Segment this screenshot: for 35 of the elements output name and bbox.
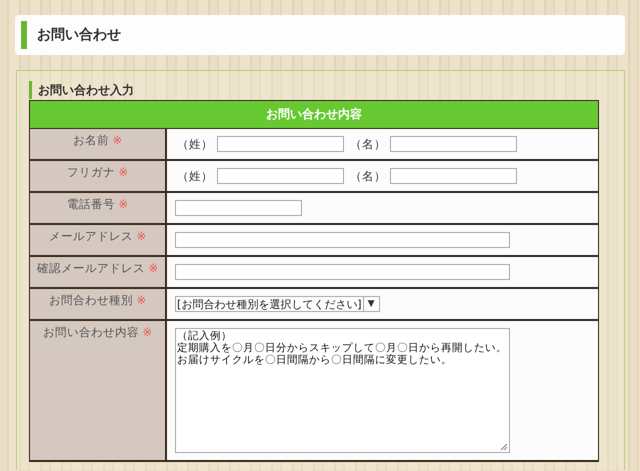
field-label: メールアドレス — [48, 229, 133, 243]
input-field[interactable] — [390, 136, 517, 152]
field-label: お名前 — [72, 133, 109, 147]
textarea-line: 定期購入を〇月〇日分からスキップして〇月〇日から再開したい。 — [177, 342, 507, 354]
field-label: 電話番号 — [66, 197, 115, 211]
input-field[interactable] — [390, 168, 517, 184]
field-label: フリガナ — [66, 165, 115, 179]
field-label: （名） — [350, 136, 386, 152]
required-mark: ※ — [136, 229, 146, 243]
field-label: お問合わせ種別 — [48, 293, 133, 307]
required-mark: ※ — [142, 325, 152, 339]
input-field[interactable] — [217, 168, 344, 184]
field-label: お問い合わせ内容 — [42, 325, 139, 339]
input-field[interactable] — [175, 232, 510, 248]
required-mark: ※ — [148, 261, 158, 275]
field-label: （姓） — [177, 168, 213, 184]
textarea-line: お届けサイクルを〇日間隔から〇日間隔に変更したい。 — [177, 354, 452, 366]
input-field[interactable] — [175, 264, 510, 280]
resize-grip-icon — [500, 443, 508, 451]
required-mark: ※ — [136, 293, 146, 307]
textarea-line: （記入例） — [177, 330, 232, 342]
field-label: （名） — [350, 168, 386, 184]
message-textarea[interactable]: （記入例） 定期購入を〇月〇日分からスキップして〇月〇日から再開したい。 お届けサイクルを〇日間隔から〇日間隔に変更したい。 — [175, 328, 510, 453]
page-title: お問い合わせ — [37, 26, 121, 44]
table-header: お問い合わせ内容 — [30, 101, 598, 129]
accent-bar — [29, 81, 32, 99]
required-mark: ※ — [118, 197, 128, 211]
input-field[interactable] — [217, 136, 344, 152]
accent-bar — [21, 21, 27, 49]
required-mark: ※ — [118, 165, 128, 179]
field-label: （姓） — [177, 136, 213, 152]
required-mark: ※ — [112, 133, 122, 147]
section-title: お問い合わせ入力 — [38, 82, 134, 98]
field-label: 確認メールアドレス — [36, 261, 145, 275]
input-field[interactable] — [175, 200, 302, 216]
